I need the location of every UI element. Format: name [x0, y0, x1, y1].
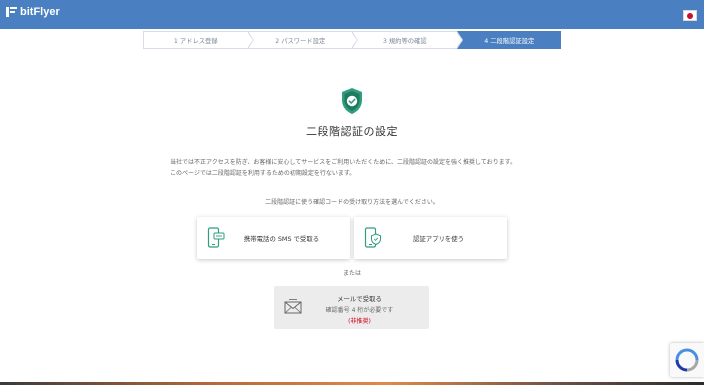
email-option-note: 確認番号 4 桁が必要です — [325, 307, 394, 314]
step-arrow — [246, 31, 254, 49]
email-option-button[interactable]: メールで受取る 確認番号 4 桁が必要です (非推奨) — [274, 286, 429, 329]
or-divider-label: または — [342, 270, 361, 277]
step-label: 1 アドレス登録 — [173, 37, 218, 45]
step-terms-confirmation: 3 規約等の確認 — [352, 31, 463, 49]
not-recommended-tag: (非推奨) — [348, 318, 371, 325]
step-label: 4 二段階認証設定 — [484, 37, 535, 45]
description: 当社では不正アクセスを防ぎ、お客様に安心してサービスをご利用いただくために、二段… — [170, 157, 540, 179]
japan-flag-icon[interactable] — [683, 10, 697, 21]
step-two-factor-setup: 4 二段階認証設定 — [456, 31, 561, 49]
recaptcha-badge[interactable] — [670, 343, 704, 377]
step-arrow — [351, 31, 358, 49]
shield-check-icon — [342, 88, 362, 114]
step-arrow — [455, 31, 463, 49]
registration-steps: 1 アドレス登録 2 パスワード設定 3 規約等の確認 4 二段階認証設定 — [143, 31, 561, 49]
bitflyer-logo-icon — [6, 7, 17, 17]
bitflyer-logo[interactable]: bitFlyer — [6, 6, 60, 18]
step-password-setup: 2 パスワード設定 — [247, 31, 358, 49]
description-line: 当社では不正アクセスを防ぎ、お客様に安心してサービスをご利用いただくために、二段… — [170, 159, 517, 166]
recaptcha-icon — [675, 348, 699, 372]
sms-option-button[interactable]: 携帯電話の SMS で受取る — [197, 217, 350, 259]
app-option-label: 認証アプリを使う — [412, 234, 465, 243]
brand-name: bitFlyer — [20, 6, 60, 18]
description-line: このページでは二段階認証を利用するための初期設定を行ないます。 — [170, 170, 356, 177]
page-title: 二段階認証の設定 — [306, 125, 398, 138]
step-label: 2 パスワード設定 — [275, 37, 326, 45]
step-label: 3 規約等の確認 — [382, 37, 427, 45]
method-prompt: 二段階認証に使う確認コードの受け取り方法を選んでください。 — [265, 199, 439, 206]
step-address-registration: 1 アドレス登録 — [143, 31, 254, 49]
authenticator-app-option-button[interactable]: 認証アプリを使う — [354, 217, 507, 259]
email-option-title: メールで受取る — [337, 295, 382, 303]
sms-option-label: 携帯電話の SMS で受取る — [243, 234, 320, 243]
top-header-bar: bitFlyer — [0, 0, 704, 29]
